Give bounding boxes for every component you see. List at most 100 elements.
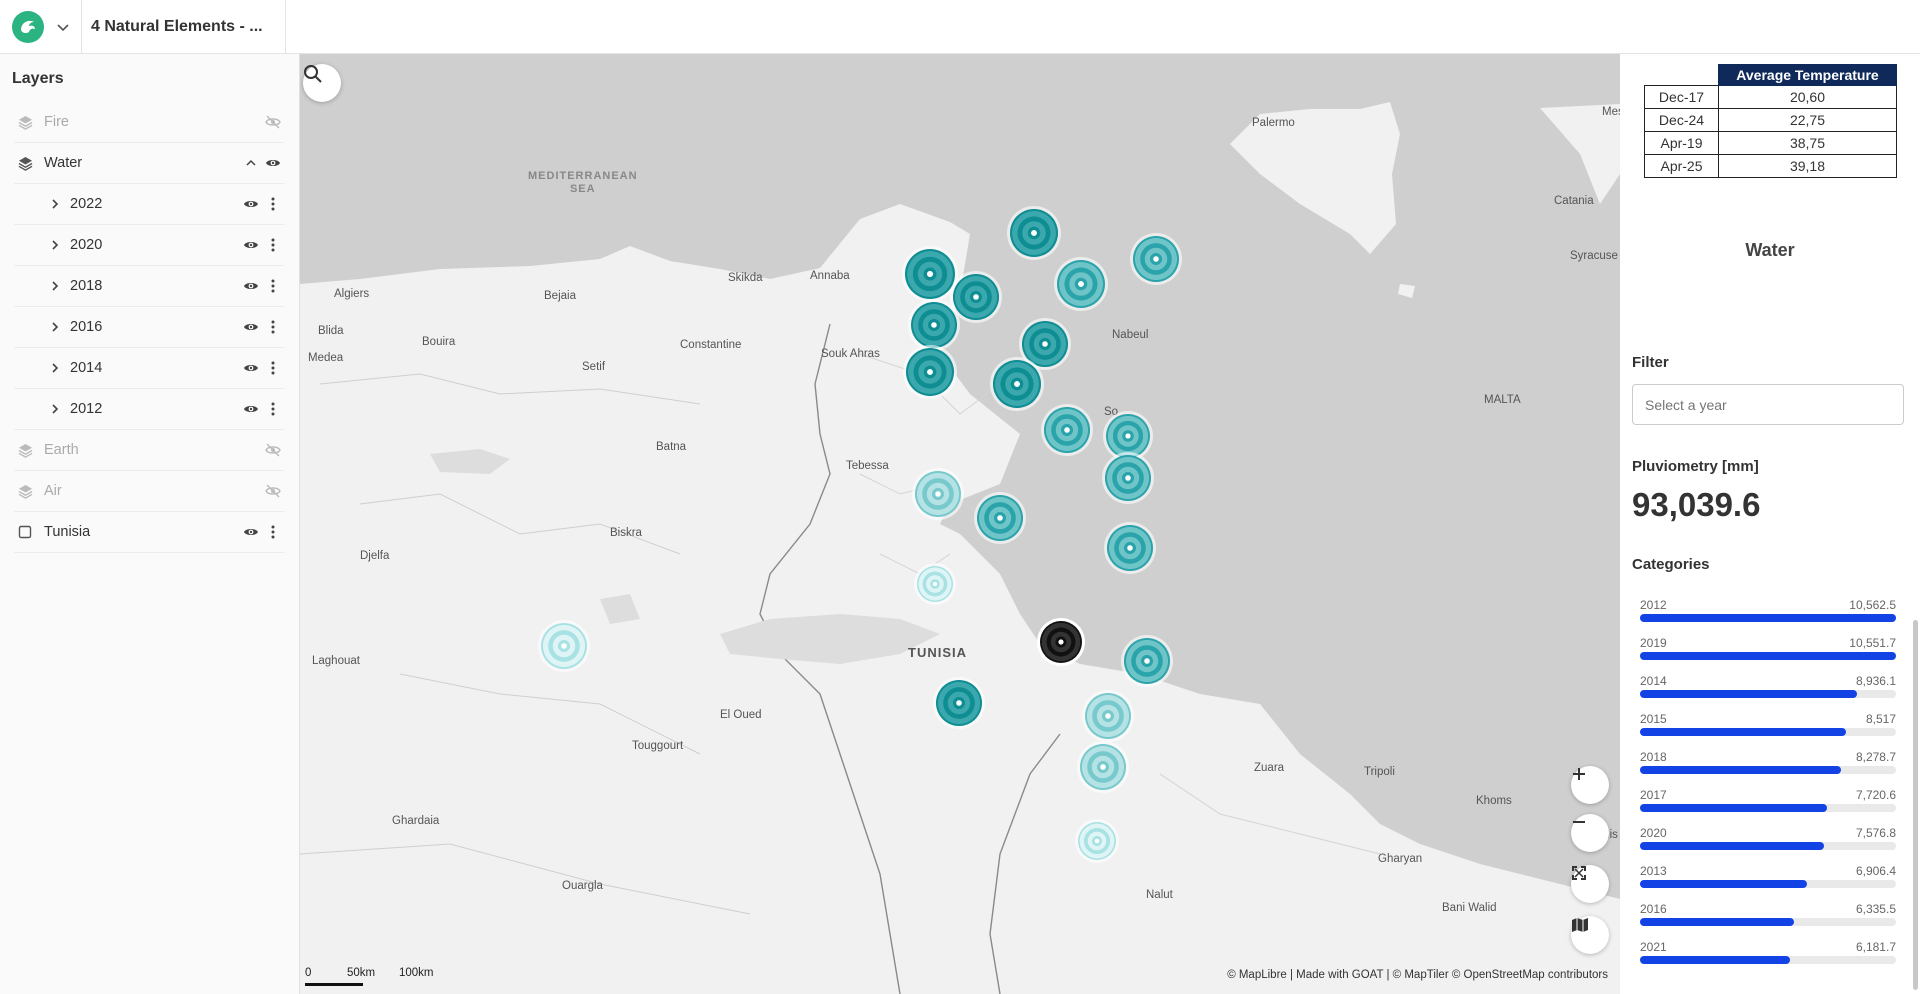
data-cluster-marker[interactable] — [993, 360, 1041, 408]
map-search-button[interactable] — [303, 64, 341, 102]
data-cluster-marker[interactable] — [1022, 321, 1068, 367]
layer-air[interactable]: Air — [14, 471, 284, 512]
category-row[interactable]: 2020 7,576.8 — [1640, 826, 1896, 864]
category-value: 6,181.7 — [1855, 940, 1896, 954]
data-cluster-marker[interactable] — [1010, 209, 1058, 257]
layer-water[interactable]: Water — [14, 143, 284, 184]
zoom-out-button[interactable] — [1571, 814, 1609, 852]
place-label: Bejaia — [544, 290, 576, 302]
data-cluster-marker[interactable] — [1106, 414, 1150, 458]
layer-label: 2020 — [70, 237, 103, 253]
eye-off-icon[interactable] — [262, 480, 284, 502]
eye-icon[interactable] — [240, 234, 262, 256]
year-filter-input[interactable] — [1632, 384, 1904, 425]
layer-water-2014[interactable]: 2014 — [14, 348, 284, 389]
chevron-right-icon[interactable] — [44, 275, 66, 297]
chevron-right-icon[interactable] — [44, 398, 66, 420]
data-cluster-marker[interactable] — [1124, 638, 1170, 684]
data-cluster-marker[interactable] — [1057, 260, 1105, 308]
category-row[interactable]: 2014 8,936.1 — [1640, 674, 1896, 712]
project-title[interactable]: 4 Natural Elements - ... — [82, 0, 286, 54]
data-cluster-marker[interactable] — [911, 302, 957, 348]
more-vertical-icon[interactable] — [262, 398, 284, 420]
layer-water-2020[interactable]: 2020 — [14, 225, 284, 266]
category-row[interactable]: 2017 7,720.6 — [1640, 788, 1896, 826]
eye-off-icon[interactable] — [262, 439, 284, 461]
more-vertical-icon[interactable] — [262, 357, 284, 379]
category-value: 7,720.6 — [1855, 788, 1896, 802]
layer-tunisia[interactable]: Tunisia — [14, 512, 284, 553]
zoom-in-button[interactable] — [1571, 766, 1609, 804]
eye-icon[interactable] — [240, 357, 262, 379]
eye-icon[interactable] — [240, 316, 262, 338]
place-label: Setif — [582, 361, 606, 373]
more-vertical-icon[interactable] — [262, 316, 284, 338]
data-cluster-marker[interactable] — [1078, 822, 1116, 860]
chevron-right-icon[interactable] — [44, 234, 66, 256]
chevron-up-icon[interactable] — [240, 152, 262, 174]
temperature-table: Average Temperature Dec-17 20,60 Dec-24 … — [1644, 64, 1897, 178]
layer-water-2016[interactable]: 2016 — [14, 307, 284, 348]
chevron-right-icon[interactable] — [44, 316, 66, 338]
table-header: Average Temperature — [1718, 64, 1897, 86]
category-year: 2021 — [1640, 940, 1667, 954]
data-cluster-marker[interactable] — [906, 348, 954, 396]
data-cluster-marker[interactable] — [936, 680, 982, 726]
category-year: 2016 — [1640, 902, 1667, 916]
place-label: Ouargla — [562, 880, 603, 892]
eye-icon[interactable] — [240, 193, 262, 215]
category-row[interactable]: 2015 8,517 — [1640, 712, 1896, 750]
more-vertical-icon[interactable] — [262, 193, 284, 215]
data-cluster-marker[interactable] — [1085, 693, 1131, 739]
data-cluster-marker[interactable] — [1105, 455, 1151, 501]
category-row[interactable]: 2012 10,562.5 — [1640, 598, 1896, 636]
chevron-right-icon[interactable] — [44, 193, 66, 215]
data-cluster-marker[interactable] — [917, 566, 953, 602]
layer-water-2018[interactable]: 2018 — [14, 266, 284, 307]
data-cluster-marker[interactable] — [1040, 621, 1082, 663]
eye-icon[interactable] — [262, 152, 284, 174]
more-vertical-icon[interactable] — [262, 521, 284, 543]
data-cluster-marker[interactable] — [1133, 236, 1179, 282]
fullscreen-button[interactable] — [1571, 865, 1609, 903]
more-vertical-icon[interactable] — [262, 275, 284, 297]
data-cluster-marker[interactable] — [541, 623, 587, 669]
map-canvas[interactable]: MEDITERRANEAN SEA Palermo Mes Catania Sy… — [300, 54, 1620, 994]
category-row[interactable]: 2018 8,278.7 — [1640, 750, 1896, 788]
layer-label: Fire — [44, 114, 69, 130]
layer-water-2012[interactable]: 2012 — [14, 389, 284, 430]
data-cluster-marker[interactable] — [953, 274, 999, 320]
chevron-right-icon[interactable] — [44, 357, 66, 379]
app-menu-button[interactable] — [0, 0, 82, 54]
scale-end: 100km — [399, 967, 434, 979]
layer-earth[interactable]: Earth — [14, 430, 284, 471]
data-cluster-marker[interactable] — [905, 249, 955, 299]
data-cluster-marker[interactable] — [915, 471, 961, 517]
panel-scrollbar[interactable] — [1913, 620, 1918, 990]
category-bar-fill — [1640, 880, 1808, 888]
eye-icon[interactable] — [240, 521, 262, 543]
layer-label: Tunisia — [44, 524, 91, 540]
category-row[interactable]: 2013 6,906.4 — [1640, 864, 1896, 902]
data-cluster-marker[interactable] — [1107, 525, 1153, 571]
place-label: Annaba — [810, 270, 850, 282]
category-row[interactable]: 2016 6,335.5 — [1640, 902, 1896, 940]
category-bar-fill — [1640, 918, 1794, 926]
data-cluster-marker[interactable] — [977, 495, 1023, 541]
more-vertical-icon[interactable] — [262, 234, 284, 256]
category-row[interactable]: 2019 10,551.7 — [1640, 636, 1896, 674]
basemap-button[interactable] — [1571, 916, 1609, 954]
data-cluster-marker[interactable] — [1080, 744, 1126, 790]
place-label: Medea — [308, 352, 344, 364]
category-bar-track — [1640, 766, 1896, 774]
layer-fire[interactable]: Fire — [14, 102, 284, 143]
category-bar-fill — [1640, 956, 1790, 964]
eye-off-icon[interactable] — [262, 111, 284, 133]
map-attribution[interactable]: © MapLibre | Made with GOAT | © MapTiler… — [1227, 969, 1608, 981]
layer-water-2022[interactable]: 2022 — [14, 184, 284, 225]
eye-icon[interactable] — [240, 275, 262, 297]
category-row[interactable]: 2021 6,181.7 — [1640, 940, 1896, 978]
data-cluster-marker[interactable] — [1044, 407, 1090, 453]
eye-icon[interactable] — [240, 398, 262, 420]
category-year: 2017 — [1640, 788, 1667, 802]
